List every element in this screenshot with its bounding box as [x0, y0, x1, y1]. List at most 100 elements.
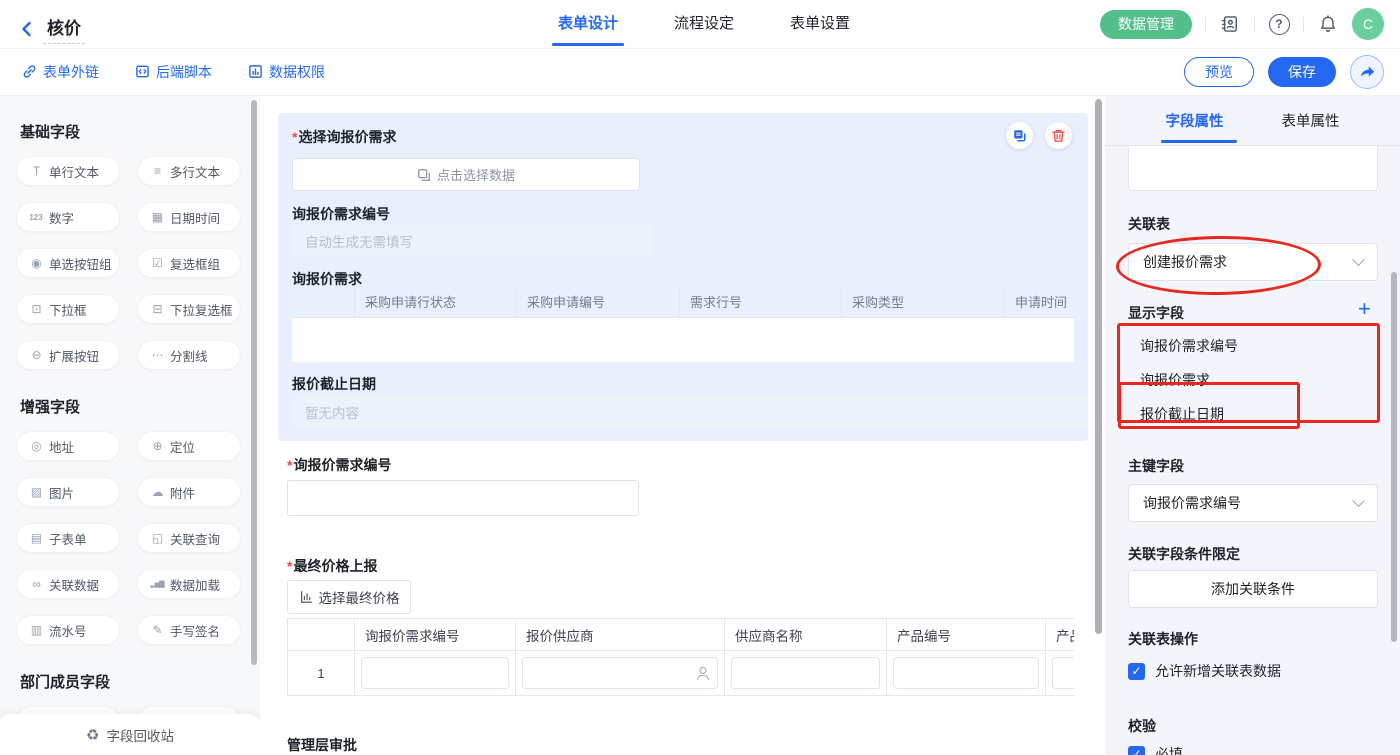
checkbox-icon: ☑: [149, 256, 165, 270]
form-external-link[interactable]: 表单外链: [22, 62, 99, 82]
sidebar-item-number[interactable]: 123数字: [16, 202, 120, 232]
sidebar-item-location[interactable]: ⊕定位: [137, 431, 241, 461]
contact-book-icon[interactable]: [1219, 13, 1241, 35]
help-icon[interactable]: [1268, 13, 1290, 35]
item-label: 图片: [49, 483, 74, 502]
primary-key-select[interactable]: 询报价需求编号: [1128, 484, 1378, 522]
data-manage-button[interactable]: 数据管理: [1100, 10, 1192, 39]
panel-scrollbar[interactable]: [1391, 272, 1397, 642]
allow-add-related-checkbox[interactable]: 允许新增关联表数据: [1128, 661, 1281, 681]
final-price-header: 询报价需求编号 报价供应商 供应商名称 产品编号 产品: [287, 619, 1074, 651]
copy-field-button[interactable]: [1006, 122, 1033, 149]
page-title[interactable]: 核价: [43, 14, 85, 44]
sidebar-item-divider[interactable]: ⋯分割线: [137, 340, 241, 370]
trash-icon: [1051, 128, 1066, 143]
sidebar-scrollbar[interactable]: [251, 100, 257, 665]
product-cell-input[interactable]: [1052, 657, 1074, 689]
sidebar-item-signature[interactable]: ✎ 手写签名: [137, 615, 241, 645]
item-label: 地址: [49, 437, 74, 456]
product-number-cell-input[interactable]: [893, 657, 1039, 689]
required-checkbox[interactable]: 必填: [1128, 744, 1183, 755]
sidebar-item-serial-number[interactable]: ▥ 流水号: [16, 615, 120, 645]
validation-label: 校验: [1128, 716, 1156, 736]
bell-icon[interactable]: [1317, 13, 1339, 35]
divider: [1254, 17, 1255, 32]
preview-button[interactable]: 预览: [1184, 57, 1254, 87]
sidebar-item-multi-select[interactable]: ⊟下拉复选框: [137, 294, 241, 324]
tab-flow-setting[interactable]: 流程设定: [672, 0, 736, 48]
supplier-name-cell-input[interactable]: [731, 657, 880, 689]
sidebar-item-checkbox-group[interactable]: ☑复选框组: [137, 248, 241, 278]
display-field-item[interactable]: 报价截止日期: [1140, 404, 1224, 424]
sidebar-item-extend-button[interactable]: ⊖扩展按钮: [16, 340, 120, 370]
sidebar-item-address[interactable]: ◎ 地址: [16, 431, 120, 461]
tab-form-setting[interactable]: 表单设置: [788, 0, 852, 48]
serial-icon: ▥: [28, 623, 44, 637]
truncated-input[interactable]: [1128, 146, 1378, 191]
back-button[interactable]: 核价: [20, 14, 85, 44]
related-table-value: 创建报价需求: [1143, 252, 1227, 272]
save-button[interactable]: 保存: [1268, 57, 1336, 87]
sidebar-item-relation-data[interactable]: ∞关联数据: [16, 569, 120, 599]
related-table-select[interactable]: 创建报价需求: [1128, 243, 1378, 281]
checkbox-checked-icon[interactable]: [1128, 663, 1145, 680]
sidebar-item-datetime[interactable]: ▦日期时间: [137, 202, 241, 232]
sidebar-item-relation-query[interactable]: ◱关联查询: [137, 523, 241, 553]
header-cell: 采购申请行状态: [355, 286, 517, 318]
tab-form-properties[interactable]: 表单属性: [1282, 110, 1340, 131]
cell: [887, 651, 1046, 696]
sidebar-item-select[interactable]: ⊡下拉框: [16, 294, 120, 324]
enhanced-field-grid: ◎ 地址 ⊕定位 ▨图片 ☁附件 ▤子表单 ◱关联查询 ∞关联数据 ▂▅▇数据加载…: [16, 431, 240, 645]
cell: [516, 651, 725, 696]
request-number-cell-input[interactable]: [361, 657, 509, 689]
permission-icon: [248, 64, 263, 79]
display-field-item[interactable]: 询报价需求编号: [1140, 336, 1238, 356]
add-display-field-button[interactable]: +: [1358, 299, 1371, 319]
choose-final-price-button[interactable]: 选择最终价格: [287, 580, 411, 614]
item-label: 日期时间: [170, 208, 220, 227]
header-cell: 询报价需求编号: [355, 619, 516, 651]
textarea-icon: ≡: [149, 164, 165, 178]
sidebar-item-attachment[interactable]: ☁附件: [137, 477, 241, 507]
backend-script-link[interactable]: 后端脚本: [135, 62, 212, 82]
checkbox-checked-icon[interactable]: [1128, 746, 1145, 755]
sidebar-item-multi-line-text[interactable]: ≡多行文本: [137, 156, 241, 186]
selected-field-card[interactable]: 选择询报价需求 点击选择数据 询报价需求编号 自动生成无需填写 询报价需求 采购…: [278, 113, 1088, 441]
sub-field-label: 报价截止日期: [292, 374, 376, 394]
share-button[interactable]: [1350, 55, 1384, 89]
deadline-field[interactable]: 暂无内容: [292, 395, 1087, 428]
item-label: 手写签名: [170, 621, 220, 640]
script-icon: [135, 64, 150, 79]
auto-number-input[interactable]: 自动生成无需填写: [292, 225, 651, 257]
tab-field-properties[interactable]: 字段属性: [1166, 110, 1224, 131]
item-label: 流水号: [49, 621, 87, 640]
delete-field-button[interactable]: [1045, 122, 1072, 149]
checkbox-label: 必填: [1155, 744, 1183, 755]
chevron-left-icon: [20, 21, 33, 37]
sidebar-item-single-line-text[interactable]: T单行文本: [16, 156, 120, 186]
chevron-down-icon: [1352, 494, 1365, 507]
sub-field-label: 询报价需求编号: [292, 204, 390, 224]
pin-icon: ◎: [28, 439, 44, 453]
sidebar-item-data-load[interactable]: ▂▅▇数据加载: [137, 569, 241, 599]
sidebar-item-image[interactable]: ▨图片: [16, 477, 120, 507]
link-icon: [22, 64, 37, 79]
avatar[interactable]: C: [1352, 8, 1384, 40]
sidebar-item-subform[interactable]: ▤子表单: [16, 523, 120, 553]
canvas-scrollbar[interactable]: [1095, 99, 1102, 634]
data-permission-link[interactable]: 数据权限: [248, 62, 325, 82]
display-field-item[interactable]: 询报价需求: [1140, 370, 1210, 390]
pen-icon: ✎: [149, 623, 165, 637]
select-data-button[interactable]: 点击选择数据: [292, 158, 640, 191]
supplier-cell-input[interactable]: [522, 657, 718, 689]
request-table-header: 采购申请行状态 采购申请编号 需求行号 采购类型 申请时间: [292, 286, 1074, 318]
add-condition-button[interactable]: 添加关联条件: [1128, 570, 1378, 608]
sidebar-item-radio-group[interactable]: ◉单选按钮组: [16, 248, 120, 278]
chart-icon: ▂▅▇: [149, 580, 165, 588]
tab-form-design[interactable]: 表单设计: [556, 0, 620, 48]
cloud-upload-icon: ☁: [149, 485, 165, 499]
request-number-input[interactable]: [287, 480, 639, 516]
item-label: 下拉框: [49, 300, 87, 319]
field-recycle-bin[interactable]: ♻ 字段回收站: [0, 714, 260, 755]
panel-tabs: 字段属性 表单属性: [1105, 95, 1400, 145]
